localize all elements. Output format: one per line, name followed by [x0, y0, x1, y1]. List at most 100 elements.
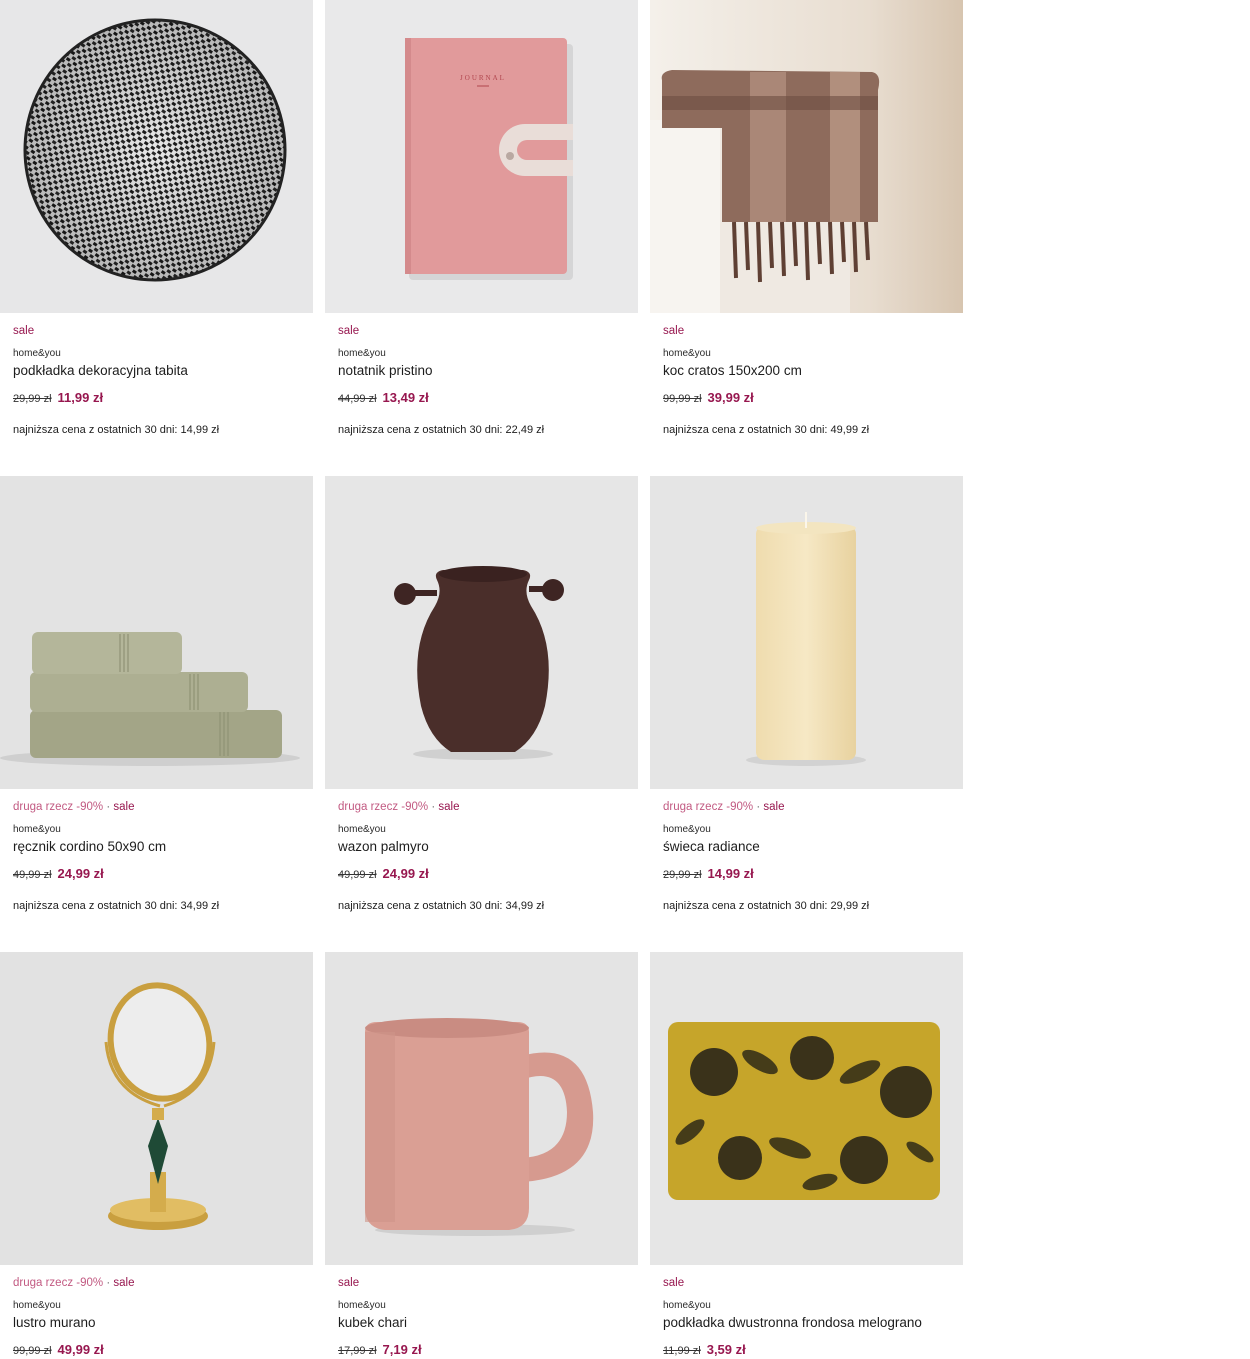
- price-row: 99,99 zł 49,99 zł: [13, 1341, 104, 1359]
- old-price: 99,99 zł: [13, 1345, 52, 1357]
- vase-icon: [325, 476, 638, 789]
- blanket-icon: [650, 0, 963, 313]
- product-tags: sale: [338, 1277, 359, 1289]
- sale-tag: sale: [338, 325, 360, 337]
- product-tags: sale: [663, 1277, 684, 1289]
- mug-icon: [325, 952, 638, 1265]
- product-tags: druga rzecz -90% · sale: [338, 801, 459, 813]
- brand-label: home&you: [13, 348, 61, 359]
- product-card[interactable]: sale home&you koc cratos 150x200 cm 99,9…: [650, 0, 963, 476]
- notebook-title: JOURNAL: [460, 74, 506, 82]
- brand-label: home&you: [338, 1300, 386, 1311]
- product-tags: druga rzecz -90% · sale: [663, 801, 784, 813]
- price-row: 29,99 zł 11,99 zł: [13, 389, 103, 407]
- old-price: 11,99 zł: [663, 1345, 701, 1357]
- pomegranate-placemat-icon: [650, 952, 963, 1265]
- sale-price: 7,19 zł: [382, 1342, 422, 1357]
- round-placemat-icon: [0, 0, 313, 313]
- old-price: 17,99 zł: [338, 1345, 377, 1357]
- sale-price: 14,99 zł: [707, 866, 754, 881]
- sale-price: 24,99 zł: [382, 866, 429, 881]
- product-card[interactable]: druga rzecz -90% · sale home&you wazon p…: [325, 476, 638, 952]
- product-name[interactable]: wazon palmyro: [338, 839, 429, 854]
- price-row: 49,99 zł 24,99 zł: [338, 865, 429, 883]
- old-price: 29,99 zł: [663, 869, 702, 881]
- sale-tag: sale: [113, 801, 135, 813]
- brand-label: home&you: [338, 824, 386, 835]
- product-name[interactable]: ręcznik cordino 50x90 cm: [13, 839, 166, 854]
- brand-label: home&you: [663, 348, 711, 359]
- product-card[interactable]: druga rzecz -90% · sale home&you ręcznik…: [0, 476, 313, 952]
- old-price: 49,99 zł: [13, 869, 52, 881]
- old-price: 99,99 zł: [663, 393, 702, 405]
- price-row: 29,99 zł 14,99 zł: [663, 865, 754, 883]
- product-image[interactable]: [325, 952, 638, 1265]
- old-price: 49,99 zł: [338, 869, 377, 881]
- notebook-icon: JOURNAL: [325, 0, 638, 313]
- tag-separator: ·: [106, 801, 111, 813]
- old-price: 44,99 zł: [338, 393, 377, 405]
- product-card[interactable]: sale home&you kubek chari 17,99 zł 7,19 z…: [325, 952, 638, 1357]
- sale-price: 39,99 zł: [707, 390, 754, 405]
- product-card[interactable]: JOURNAL sale home&you notatnik pristino …: [325, 0, 638, 476]
- product-image[interactable]: [650, 0, 963, 313]
- promo-tag: druga rzecz -90%: [663, 801, 754, 813]
- lowest-price-note: najniższa cena z ostatnich 30 dni: 22,49…: [338, 424, 545, 436]
- promo-tag: druga rzecz -90%: [13, 801, 104, 813]
- sale-tag: sale: [663, 325, 685, 337]
- sale-tag: sale: [338, 1277, 360, 1289]
- product-image[interactable]: JOURNAL: [325, 0, 638, 313]
- product-tags: druga rzecz -90% · sale: [13, 1277, 134, 1289]
- product-image[interactable]: [0, 952, 313, 1265]
- product-tags: sale: [13, 325, 34, 337]
- product-name[interactable]: kubek chari: [338, 1315, 407, 1330]
- product-card[interactable]: sale home&you podkładka dekoracyjna tabi…: [0, 0, 313, 476]
- product-image[interactable]: [650, 952, 963, 1265]
- sale-price: 49,99 zł: [57, 1342, 104, 1357]
- product-tags: druga rzecz -90% · sale: [13, 801, 134, 813]
- brand-label: home&you: [338, 348, 386, 359]
- product-image[interactable]: [650, 476, 963, 789]
- sale-tag: sale: [113, 1277, 135, 1289]
- brand-label: home&you: [663, 1300, 711, 1311]
- sale-tag: sale: [13, 325, 35, 337]
- product-name[interactable]: lustro murano: [13, 1315, 96, 1330]
- sale-price: 3,59 zł: [706, 1342, 746, 1357]
- product-name[interactable]: podkładka dekoracyjna tabita: [13, 363, 188, 378]
- lowest-price-note: najniższa cena z ostatnich 30 dni: 14,99…: [13, 424, 220, 436]
- product-image[interactable]: [0, 476, 313, 789]
- promo-tag: druga rzecz -90%: [338, 801, 429, 813]
- old-price: 29,99 zł: [13, 393, 52, 405]
- price-row: 17,99 zł 7,19 zł: [338, 1341, 422, 1359]
- sale-price: 11,99 zł: [57, 390, 104, 405]
- sale-tag: sale: [438, 801, 460, 813]
- brand-label: home&you: [663, 824, 711, 835]
- price-row: 44,99 zł 13,49 zł: [338, 389, 429, 407]
- product-name[interactable]: podkładka dwustronna frondosa melograno: [663, 1315, 922, 1330]
- mirror-icon: [0, 952, 313, 1265]
- product-tags: sale: [663, 325, 684, 337]
- tag-separator: ·: [756, 801, 761, 813]
- lowest-price-note: najniższa cena z ostatnich 30 dni: 34,99…: [338, 900, 545, 912]
- product-card[interactable]: druga rzecz -90% · sale home&you lustro …: [0, 952, 313, 1357]
- product-image[interactable]: [0, 0, 313, 313]
- product-card[interactable]: druga rzecz -90% · sale home&you świeca …: [650, 476, 963, 952]
- product-card[interactable]: sale home&you podkładka dwustronna frond…: [650, 952, 963, 1357]
- sale-tag: sale: [763, 801, 785, 813]
- product-image[interactable]: [325, 476, 638, 789]
- product-name[interactable]: koc cratos 150x200 cm: [663, 363, 802, 378]
- product-name[interactable]: świeca radiance: [663, 839, 760, 854]
- price-row: 49,99 zł 24,99 zł: [13, 865, 104, 883]
- promo-tag: druga rzecz -90%: [13, 1277, 104, 1289]
- product-tags: sale: [338, 325, 359, 337]
- product-name[interactable]: notatnik pristino: [338, 363, 433, 378]
- sale-price: 24,99 zł: [57, 866, 104, 881]
- sale-price: 13,49 zł: [382, 390, 429, 405]
- lowest-price-note: najniższa cena z ostatnich 30 dni: 49,99…: [663, 424, 870, 436]
- towels-icon: [0, 476, 313, 789]
- price-row: 11,99 zł 3,59 zł: [663, 1341, 746, 1359]
- sale-tag: sale: [663, 1277, 685, 1289]
- lowest-price-note: najniższa cena z ostatnich 30 dni: 29,99…: [663, 900, 870, 912]
- tag-separator: ·: [431, 801, 436, 813]
- tag-separator: ·: [106, 1277, 111, 1289]
